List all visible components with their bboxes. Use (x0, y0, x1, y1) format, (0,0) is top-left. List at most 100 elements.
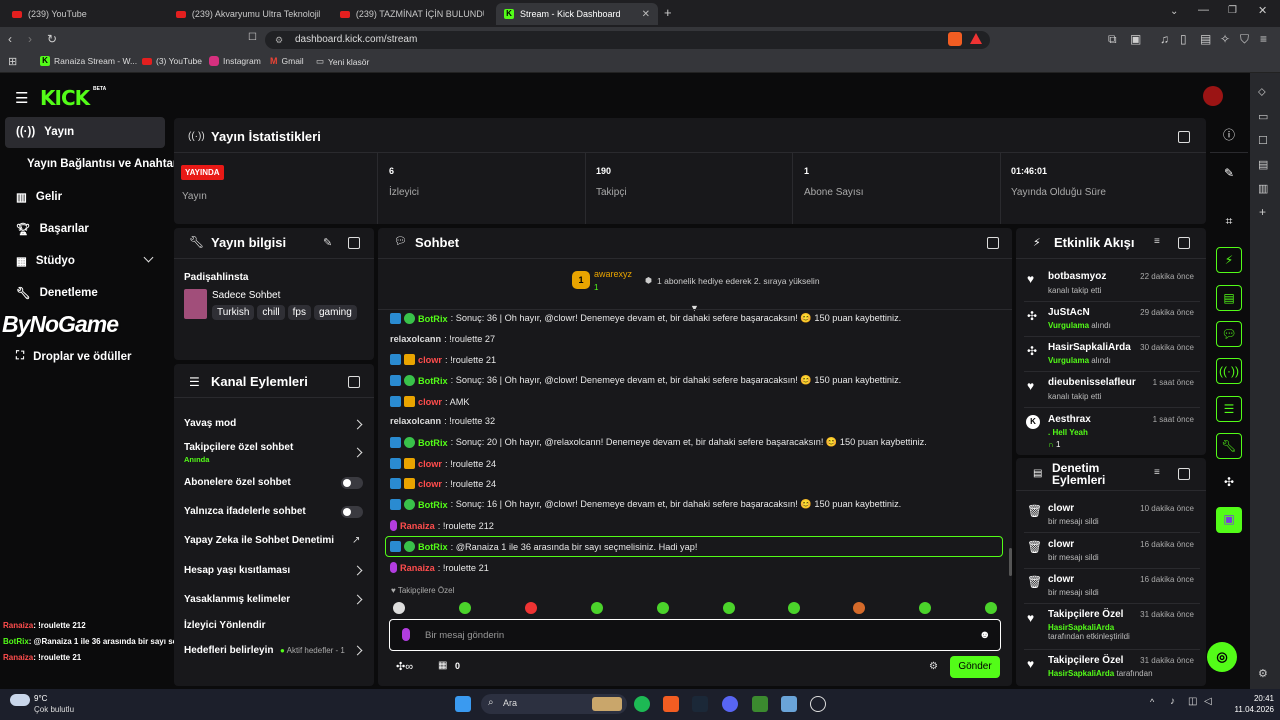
ai-moderation-label[interactable]: Yapay Zeka ile Sohbet Denetimi (184, 535, 334, 546)
obs-icon[interactable] (810, 696, 826, 712)
browser-tab[interactable]: (239) YouTube (4, 3, 164, 25)
mod-user[interactable]: clowr (1048, 539, 1074, 550)
chat-icon[interactable]: 💬︎ (1216, 321, 1242, 347)
brave-shield-icon[interactable] (948, 32, 962, 46)
edit-icon[interactable]: ✎ (323, 236, 332, 249)
event-user[interactable]: HasirSapkaliArda (1048, 342, 1131, 353)
reload-icon[interactable]: ↻ (47, 32, 57, 46)
send-button[interactable]: Gönder (950, 656, 1000, 678)
wrench-icon[interactable]: 🔧︎ (1216, 433, 1242, 459)
sidebar-item-moderation[interactable]: 🔧︎ Denetleme (16, 286, 98, 300)
steam-icon[interactable] (692, 696, 708, 712)
browser-tab[interactable]: (239) TAZMİNAT İÇİN BULUNDUĞU (332, 3, 492, 25)
subs-only-toggle[interactable] (341, 477, 363, 489)
emote[interactable] (459, 602, 471, 614)
emote[interactable] (591, 602, 603, 614)
filter-icon[interactable]: ≡ (1154, 236, 1160, 247)
pin-icon[interactable]: ⬦ (1258, 86, 1266, 99)
emote[interactable] (723, 602, 735, 614)
sidebar-item-revenue[interactable]: ▥ Gelir (16, 190, 62, 204)
wallet-icon[interactable]: ▤ (1200, 32, 1211, 46)
bookmark-item[interactable]: K Ranaiza Stream - W... (40, 56, 137, 66)
music-icon[interactable]: ♫ (1160, 32, 1169, 46)
list-icon[interactable]: ☰ (1216, 396, 1242, 422)
settings-icon[interactable]: ⚙ (929, 661, 938, 672)
emoji-icon[interactable]: ☻ (979, 629, 991, 641)
filter-icon[interactable]: ≡ (1154, 467, 1160, 478)
sidebar-item-stream-key[interactable]: Yayın Bağlantısı ve Anahtarı (27, 158, 181, 170)
emote[interactable] (853, 602, 865, 614)
sidebar-item-stream[interactable]: ((·)) Yayın (16, 126, 74, 138)
sidebar-item-drops[interactable]: ⛶ Droplar ve ödüller (16, 350, 131, 363)
collapse-icon[interactable]: ▼ (690, 303, 699, 313)
emotes-only-toggle[interactable] (341, 506, 363, 518)
extensions-icon[interactable]: ⧉ (1108, 32, 1117, 47)
vpn-icon[interactable]: ⛉ (1240, 32, 1249, 47)
chevron-down-icon[interactable] (143, 252, 154, 263)
forward-icon[interactable]: › (28, 32, 32, 46)
popout-icon[interactable] (987, 237, 999, 249)
kick-logo[interactable]: KICK (40, 86, 90, 110)
site-info-icon[interactable]: ⚙ (275, 31, 283, 49)
mic-tray-icon[interactable]: ♪ (1170, 696, 1175, 707)
broadcast-icon[interactable]: ((·)) (1216, 358, 1242, 384)
followers-only-label[interactable]: Takipçilere özel sohbet (184, 442, 293, 453)
screenshot-icon[interactable]: ▣ (1130, 32, 1141, 46)
avatar[interactable] (1203, 86, 1223, 106)
popout-icon[interactable] (1178, 468, 1190, 480)
bookmark-item[interactable]: Instagram (209, 56, 261, 66)
bookmarks-panel-icon[interactable]: ☐ (1258, 134, 1268, 147)
raid-label[interactable]: İzleyici Yönlendir (184, 620, 266, 631)
history-icon[interactable]: ▤ (1258, 158, 1268, 171)
emote[interactable] (525, 602, 537, 614)
add-panel-icon[interactable]: + (1259, 205, 1266, 219)
popout-icon[interactable] (348, 376, 360, 388)
back-icon[interactable]: ‹ (8, 32, 12, 46)
banned-words-label[interactable]: Yasaklanmış kelimeler (184, 594, 290, 605)
menu-icon[interactable]: ≡ (1260, 32, 1267, 46)
apps-icon[interactable]: ⊞ (8, 55, 17, 68)
clock-date[interactable]: 11.04.2026 (1224, 705, 1274, 714)
sidebar-item-achievements[interactable]: 🏆︎ Başarılar (16, 222, 89, 236)
document-icon[interactable]: ▤ (1216, 285, 1242, 311)
close-window-icon[interactable]: ✕ (1258, 4, 1267, 17)
network-icon[interactable]: ◫ (1188, 696, 1197, 707)
event-user[interactable]: Aesthrax (1048, 414, 1091, 425)
event-user[interactable]: JuStAcN (1048, 307, 1090, 318)
channel-points[interactable]: ✣∞ (396, 660, 413, 673)
url-input[interactable]: ⚙ dashboard.kick.com/stream (265, 31, 990, 49)
hamburger-menu-icon[interactable]: ☰ (15, 89, 28, 107)
goals-label[interactable]: Hedefleri belirleyin (184, 645, 273, 656)
minecraft-icon[interactable] (752, 696, 768, 712)
app-icon[interactable] (781, 696, 797, 712)
account-age-label[interactable]: Hesap yaşı kısıtlaması (184, 565, 290, 576)
tab-search-icon[interactable]: ⌄ (1170, 6, 1178, 17)
tray-arrow-icon[interactable]: ^ (1150, 697, 1154, 707)
mod-user[interactable]: clowr (1048, 574, 1074, 585)
bookmark-item[interactable]: (3) YouTube (142, 56, 202, 66)
mod-user[interactable]: clowr (1048, 503, 1074, 514)
new-tab-button[interactable]: + (664, 5, 672, 20)
browser-tab[interactable]: (239) Akvaryumu Ultra Teknolojik Yap (168, 3, 328, 25)
settings-icon[interactable]: ⚙ (1258, 667, 1268, 680)
maximize-icon[interactable]: ❐ (1228, 5, 1237, 16)
emote[interactable] (393, 602, 405, 614)
points-icon[interactable]: ✣ (1216, 470, 1242, 496)
brave-icon[interactable] (663, 696, 679, 712)
popout-icon[interactable] (1178, 237, 1190, 249)
sidebar-icon[interactable]: ▯ (1180, 32, 1187, 46)
crop-icon[interactable]: ⌗ (1216, 209, 1242, 235)
discord-icon[interactable] (722, 696, 738, 712)
browser-tab-active[interactable]: K Stream - Kick Dashboard ✕ (496, 3, 658, 25)
bookmark-folder[interactable]: ▭ Yeni klasör (316, 56, 369, 67)
bot-icon[interactable]: ▣ (1216, 507, 1242, 533)
close-tab-icon[interactable]: ✕ (642, 9, 650, 20)
info-icon[interactable]: ⓘ (1216, 123, 1242, 149)
notes-icon[interactable]: ▥ (1258, 182, 1268, 195)
bookmark-icon[interactable]: ☐ (248, 32, 257, 43)
emote[interactable] (657, 602, 669, 614)
sidebar-item-studio[interactable]: ▦ Stüdyo (16, 254, 75, 268)
weather-icon[interactable] (10, 694, 30, 706)
reading-icon[interactable]: ▭ (1258, 110, 1268, 123)
event-user[interactable]: botbasmyoz (1048, 271, 1106, 282)
